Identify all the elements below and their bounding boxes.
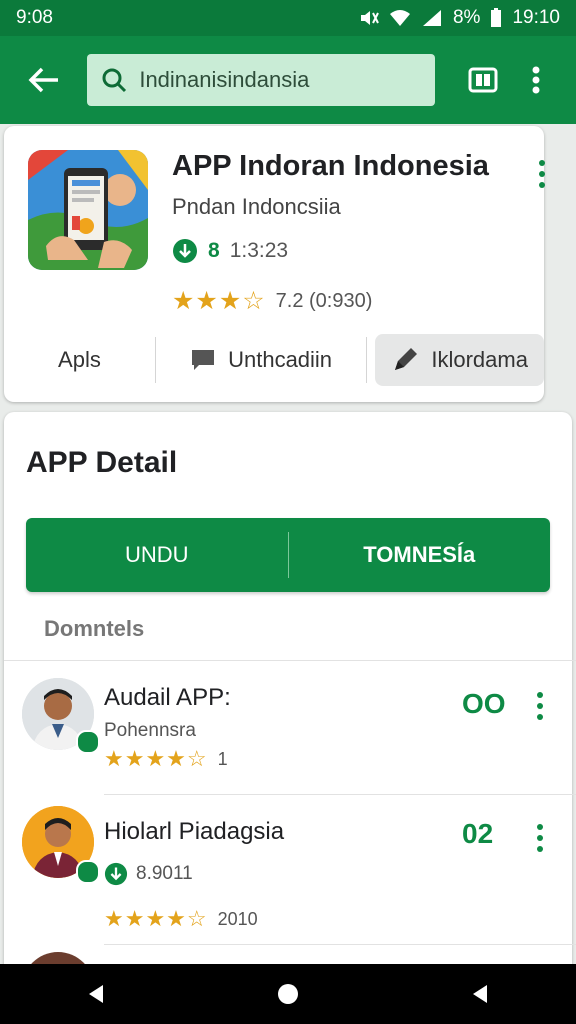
tabs-icon [468, 67, 498, 93]
list-item[interactable]: Audail APP: Pohennsra ★★★★☆ 1 OO [4, 664, 576, 794]
search-input[interactable]: Indinanisindansia [87, 54, 436, 106]
list-item[interactable]: Hiolarl Piadagsia 8.9011 ★★★★☆ 2010 02 [4, 798, 576, 948]
rating-text: 7.2 (0:930) [275, 289, 373, 312]
download-count: 1:3:23 [229, 239, 289, 262]
tab-tomnesia[interactable]: TOMNESÍa [289, 518, 551, 592]
item-subtitle: Pohennsra [104, 720, 196, 741]
app-more-button[interactable] [528, 154, 556, 194]
mute-icon [360, 11, 379, 25]
item-action-badge[interactable]: 02 [462, 818, 493, 850]
app-developer: Pndan Indoncsiia [172, 194, 341, 219]
download-prefix: 8 [208, 239, 220, 262]
nav-back-button[interactable] [66, 964, 126, 1024]
status-icons: 8% 19:10 [357, 7, 560, 29]
list-divider [104, 794, 576, 795]
triangle-left-icon [473, 985, 487, 1003]
battery-percent: 8% [452, 7, 481, 28]
item-subtitle: 8.9011 [136, 863, 193, 884]
verified-badge [76, 730, 100, 754]
star-rating-icons: ★★★★☆ [104, 746, 208, 771]
iklordama-button[interactable]: Iklordama [375, 334, 545, 386]
item-rating: ★★★★☆ 1 [104, 746, 228, 772]
arrow-left-icon [28, 67, 58, 93]
status-time: 9:08 [16, 7, 53, 28]
comment-icon [192, 350, 215, 370]
item-rating-count: 1 [217, 748, 228, 769]
edit-icon [395, 348, 418, 370]
status-bar: 9:08 8% 19:10 [0, 0, 576, 36]
item-more-button[interactable] [526, 686, 554, 726]
app-icon[interactable] [28, 150, 148, 270]
download-icon [104, 862, 128, 886]
wifi-icon [389, 10, 410, 26]
item-title: Audail APP: [104, 684, 231, 711]
triangle-left-icon [89, 985, 103, 1003]
action-divider [366, 337, 368, 383]
action-row: Apls Unthcadiin Iklordama [4, 332, 545, 388]
battery-icon [491, 8, 502, 27]
more-vert-icon [532, 66, 540, 94]
status-clock: 19:10 [512, 7, 560, 28]
item-action-badge[interactable]: OO [462, 688, 506, 720]
app-card: APP Indoran Indonesia Pndan Indoncsiia 8… [4, 126, 545, 402]
search-text: Indinanisindansia [139, 67, 310, 92]
signal-icon [422, 10, 441, 26]
back-button[interactable] [18, 54, 69, 106]
system-nav-bar [0, 964, 576, 1024]
nav-recents-button[interactable] [450, 964, 510, 1024]
download-row: 8 1:3:23 [172, 238, 288, 264]
app-title: APP Indoran Indonesia [172, 150, 489, 182]
list-divider [104, 944, 576, 945]
detail-title: APP Detail [26, 446, 178, 479]
unthcadiin-label: Unthcadiin [228, 347, 333, 372]
verified-badge [76, 860, 100, 884]
unthcadiin-button[interactable]: Unthcadiin [156, 334, 366, 386]
item-rating-count: 2010 [217, 908, 258, 929]
item-more-button[interactable] [526, 818, 554, 858]
star-rating-icons: ★★★★☆ [104, 906, 208, 931]
tab-view-button[interactable] [461, 58, 504, 102]
item-meta: 8.9011 [104, 862, 193, 886]
item-title: Hiolarl Piadagsia [104, 818, 285, 845]
apps-button[interactable]: Apls [4, 334, 155, 386]
rating-row: ★★★☆ 7.2 (0:930) [172, 286, 372, 316]
download-icon [173, 239, 197, 263]
section-divider [4, 660, 576, 661]
app-bar: Indinanisindansia [0, 36, 576, 124]
circle-home-icon [278, 984, 298, 1004]
star-rating-icons: ★★★☆ [172, 287, 266, 315]
detail-card: APP Detail UNDU TOMNESÍa Domntels Audail… [4, 412, 576, 1024]
segmented-control: UNDU TOMNESÍa [26, 518, 550, 592]
overflow-menu-button[interactable] [515, 58, 558, 102]
tab-undu-label: UNDU [124, 542, 189, 567]
tab-undu[interactable]: UNDU [26, 518, 288, 592]
search-icon [102, 68, 127, 93]
tab-tomnesia-label: TOMNESÍa [363, 542, 476, 567]
section-label: Domntels [44, 616, 145, 641]
item-rating: ★★★★☆ 2010 [104, 906, 258, 932]
iklordama-label: Iklordama [431, 347, 528, 372]
nav-home-button[interactable] [258, 964, 318, 1024]
apps-label: Apls [58, 347, 101, 372]
phone-hand-icon [28, 150, 148, 270]
